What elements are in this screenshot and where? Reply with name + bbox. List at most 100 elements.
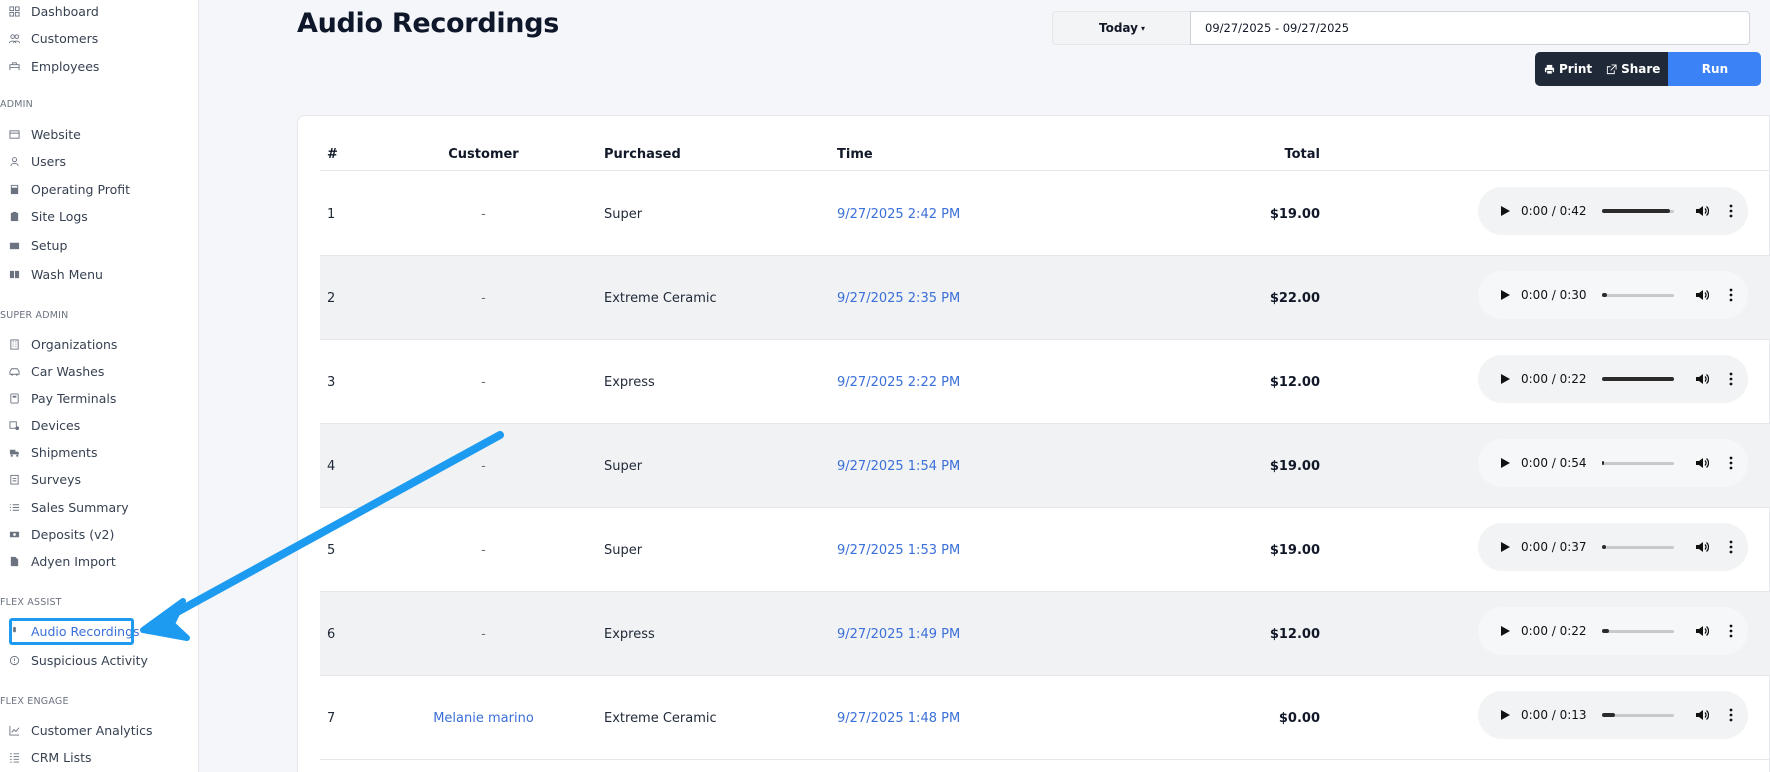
time-link[interactable]: 9/27/2025 2:22 PM: [837, 340, 960, 424]
audio-progress-slider[interactable]: [1602, 209, 1674, 213]
audio-progress-slider[interactable]: [1602, 545, 1674, 549]
play-icon[interactable]: [1500, 458, 1510, 468]
table-row: 5 - Super 9/27/2025 1:53 PM $19.00 0:00 / 0:3…: [320, 508, 1770, 592]
more-options-icon[interactable]: [1725, 288, 1737, 302]
sidebar-item-pay-terminals[interactable]: Pay Terminals: [0, 387, 116, 409]
audio-progress-slider[interactable]: [1602, 293, 1674, 297]
calculator-icon: [7, 182, 21, 196]
sidebar-item-operating-profit[interactable]: Operating Profit: [0, 178, 130, 200]
play-icon[interactable]: [1500, 542, 1510, 552]
column-header-time: Time: [837, 147, 873, 162]
customer-cell: -: [481, 458, 486, 474]
more-options-icon[interactable]: [1725, 708, 1737, 722]
sidebar-item-sales-summary[interactable]: Sales Summary: [0, 496, 129, 518]
volume-icon[interactable]: [1695, 540, 1709, 554]
sidebar: Dashboard Customers Employees ADMIN Webs…: [0, 0, 199, 772]
purchased-cell: Extreme Ceramic: [604, 290, 717, 306]
sidebar-item-adyen-import[interactable]: Adyen Import: [0, 550, 116, 572]
sidebar-item-customer-analytics[interactable]: Customer Analytics: [0, 719, 152, 741]
sidebar-item-dashboard[interactable]: Dashboard: [0, 0, 99, 22]
audio-player: 0:00 / 0:22: [1478, 355, 1748, 403]
total-cell: $12.00: [1269, 374, 1320, 390]
share-label: Share: [1621, 62, 1661, 76]
audio-time: 0:00 / 0:42: [1521, 204, 1587, 218]
audio-time: 0:00 / 0:13: [1521, 708, 1587, 722]
table-header: # Customer Purchased Time Total: [320, 143, 1770, 171]
volume-icon[interactable]: [1695, 288, 1709, 302]
volume-icon[interactable]: [1695, 204, 1709, 218]
time-link[interactable]: 9/27/2025 1:49 PM: [837, 592, 960, 676]
date-range-dropdown[interactable]: Today ▾: [1052, 11, 1191, 45]
sidebar-item-label: Car Washes: [31, 363, 105, 379]
sidebar-item-car-washes[interactable]: Car Washes: [0, 360, 104, 382]
more-options-icon[interactable]: [1725, 624, 1737, 638]
sidebar-item-surveys[interactable]: Surveys: [0, 468, 81, 490]
audio-progress-fill: [1602, 461, 1605, 465]
more-options-icon[interactable]: [1725, 204, 1737, 218]
audio-progress-fill: [1602, 209, 1671, 213]
volume-icon[interactable]: [1695, 624, 1709, 638]
sidebar-item-setup[interactable]: Setup: [0, 234, 67, 256]
time-link[interactable]: 9/27/2025 1:48 PM: [837, 676, 960, 760]
audio-progress-slider[interactable]: [1602, 377, 1674, 381]
user-icon: [7, 154, 21, 168]
sidebar-item-website[interactable]: Website: [0, 123, 81, 145]
table-row: 3 - Express 9/27/2025 2:22 PM $12.00 0:00 / 0…: [320, 340, 1770, 424]
customer-cell: -: [481, 626, 486, 642]
page-title: Audio Recordings: [297, 8, 560, 39]
column-header-total: Total: [1284, 147, 1320, 162]
audio-time: 0:00 / 0:30: [1521, 288, 1587, 302]
import-icon: [7, 554, 21, 568]
sidebar-item-label: CRM Lists: [31, 749, 92, 765]
date-range-label: Today: [1099, 21, 1138, 35]
run-button[interactable]: Run: [1668, 52, 1762, 86]
print-button[interactable]: Print: [1535, 52, 1599, 86]
sidebar-item-label: Site Logs: [31, 208, 88, 224]
sidebar-item-organizations[interactable]: Organizations: [0, 333, 117, 355]
audio-progress-slider[interactable]: [1602, 713, 1674, 717]
play-icon[interactable]: [1500, 710, 1510, 720]
sidebar-item-shipments[interactable]: Shipments: [0, 441, 97, 463]
play-icon[interactable]: [1500, 374, 1510, 384]
audio-player: 0:00 / 0:22: [1478, 607, 1748, 655]
purchased-cell: Super: [604, 542, 643, 558]
sidebar-item-crm-lists[interactable]: CRM Lists: [0, 746, 92, 768]
sidebar-item-customers[interactable]: Customers: [0, 27, 98, 49]
more-options-icon[interactable]: [1725, 372, 1737, 386]
sidebar-item-site-logs[interactable]: Site Logs: [0, 205, 88, 227]
volume-icon[interactable]: [1695, 708, 1709, 722]
customer-cell[interactable]: Melanie marino: [400, 676, 567, 760]
time-link[interactable]: 9/27/2025 2:42 PM: [837, 172, 960, 256]
table-row: 7 Melanie marino Extreme Ceramic 9/27/2025 …: [320, 676, 1770, 760]
audio-progress-slider[interactable]: [1602, 629, 1674, 633]
more-options-icon[interactable]: [1725, 456, 1737, 470]
sidebar-item-label: Website: [31, 126, 81, 142]
volume-icon[interactable]: [1695, 372, 1709, 386]
sidebar-item-users[interactable]: Users: [0, 150, 66, 172]
sidebar-item-label: Customers: [31, 30, 99, 46]
sidebar-item-deposits[interactable]: Deposits (v2): [0, 523, 114, 545]
date-range-input[interactable]: [1190, 11, 1750, 45]
time-link[interactable]: 9/27/2025 1:53 PM: [837, 508, 960, 592]
time-link[interactable]: 9/27/2025 1:54 PM: [837, 424, 960, 508]
volume-icon[interactable]: [1695, 456, 1709, 470]
audio-time: 0:00 / 0:22: [1521, 372, 1587, 386]
sidebar-item-label: Pay Terminals: [31, 390, 117, 406]
row-number: 7: [327, 710, 336, 726]
sidebar-item-label: Customer Analytics: [31, 722, 153, 738]
more-options-icon[interactable]: [1725, 540, 1737, 554]
play-icon[interactable]: [1500, 290, 1510, 300]
customer-cell: -: [481, 542, 486, 558]
sidebar-item-employees[interactable]: Employees: [0, 55, 99, 77]
sidebar-item-devices[interactable]: Devices: [0, 414, 80, 436]
device-icon: [7, 418, 21, 432]
time-link[interactable]: 9/27/2025 2:35 PM: [837, 256, 960, 340]
sidebar-item-suspicious-activity[interactable]: Suspicious Activity: [0, 649, 148, 671]
annotation-highlight-box: [9, 618, 134, 645]
play-icon[interactable]: [1500, 626, 1510, 636]
play-icon[interactable]: [1500, 206, 1510, 216]
audio-progress-slider[interactable]: [1602, 461, 1674, 465]
alert-icon: [7, 653, 21, 667]
sidebar-item-wash-menu[interactable]: Wash Menu: [0, 263, 103, 285]
share-button[interactable]: Share: [1598, 52, 1669, 86]
